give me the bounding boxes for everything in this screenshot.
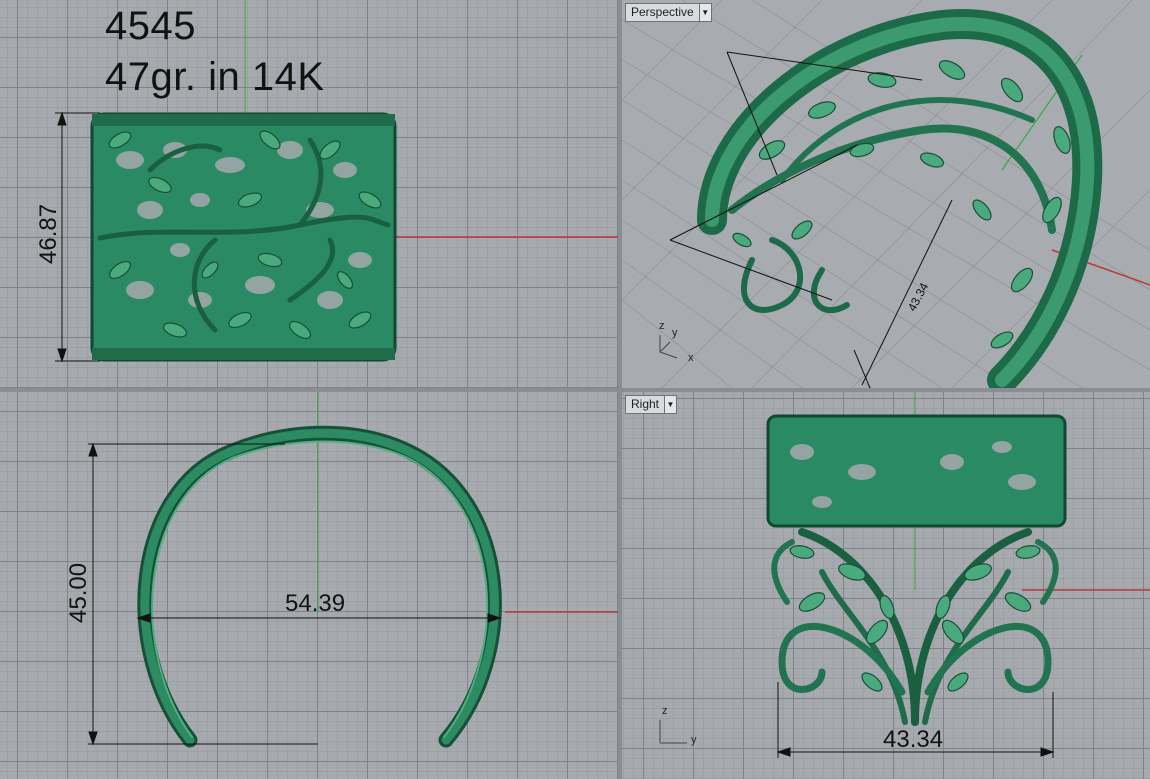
viewport-perspective[interactable]: Perspective ▼ 43.34 z y x xyxy=(622,0,1150,388)
perspective-label: Perspective xyxy=(631,5,694,19)
perspective-viewport-title[interactable]: Perspective ▼ xyxy=(625,3,712,22)
height-dimension-label: 46.87 xyxy=(35,203,62,264)
axis-gizmo xyxy=(659,720,687,744)
axis-x-label: x xyxy=(688,352,694,364)
chevron-down-icon[interactable]: ▼ xyxy=(664,396,677,413)
height-dimension-label: 45.00 xyxy=(65,562,92,623)
right-view-canvas xyxy=(659,392,1150,758)
viewport-right[interactable]: Right ▼ 43.34 z y xyxy=(622,392,1150,779)
axis-y-label: y xyxy=(691,734,697,746)
right-label: Right xyxy=(631,397,660,411)
cuff-model-top xyxy=(90,112,397,362)
width-dimension-label: 54.39 xyxy=(285,590,346,617)
axis-y-label: y xyxy=(672,327,678,339)
model-number-annotation: 4545 xyxy=(105,4,196,48)
chevron-down-icon[interactable]: ▼ xyxy=(698,4,711,21)
weight-annotation: 47gr. in 14K xyxy=(105,55,325,99)
axis-z-label: z xyxy=(662,705,668,717)
axis-z-label: z xyxy=(659,320,665,332)
right-viewport-title[interactable]: Right ▼ xyxy=(625,395,678,414)
viewport-front[interactable]: 45.00 54.39 xyxy=(0,392,618,779)
width-dimension-label: 43.34 xyxy=(883,726,944,753)
cuff-model-right xyxy=(766,414,1067,726)
viewport-top[interactable]: 4545 47gr. in 14K 46.87 xyxy=(0,0,618,388)
cuff-model-perspective xyxy=(697,9,1103,388)
perspective-view-canvas xyxy=(622,0,1150,388)
cuff-model-front xyxy=(137,425,502,748)
